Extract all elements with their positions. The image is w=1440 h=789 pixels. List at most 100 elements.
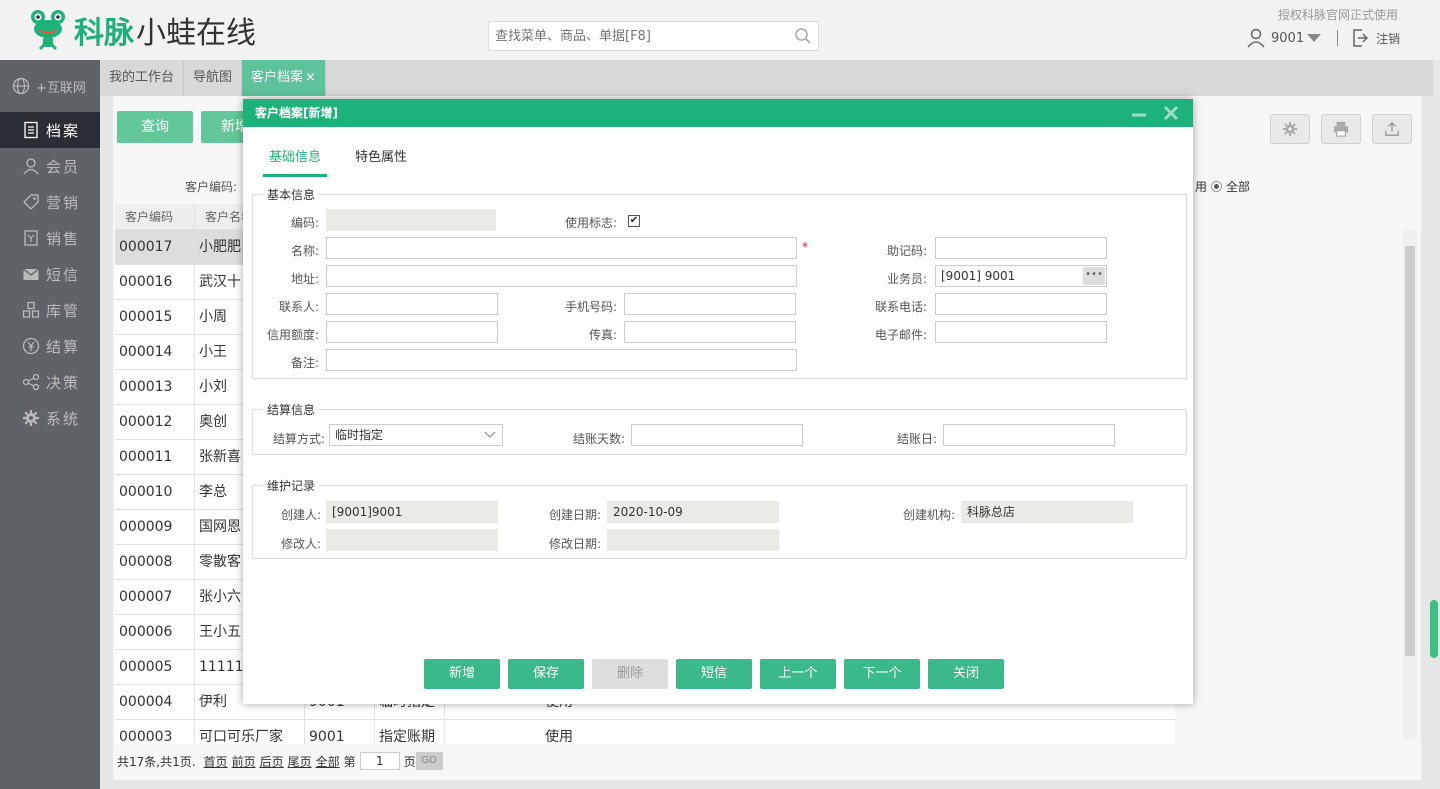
create-date-field: 2020-10-09 <box>607 501 779 523</box>
add-button[interactable]: 新增 <box>424 659 500 689</box>
sidebar-item-label: 决策 <box>46 373 81 392</box>
pager-all[interactable]: 全部 <box>316 753 340 770</box>
sms-button[interactable]: 短信 <box>676 659 752 689</box>
settle-day-field[interactable] <box>943 424 1115 446</box>
tab-navigation[interactable]: 导航图 <box>184 60 243 96</box>
pager-next[interactable]: 后页 <box>260 753 284 770</box>
tab-special-attrs[interactable]: 特色属性 <box>349 142 413 177</box>
pager-last[interactable]: 尾页 <box>288 753 312 770</box>
email-field[interactable] <box>935 321 1107 343</box>
user-area: 9001 注销 <box>1247 28 1400 48</box>
delete-button[interactable]: 删除 <box>592 659 668 689</box>
chevron-down-icon[interactable] <box>1307 33 1322 43</box>
table-cell: 000010 <box>115 475 195 509</box>
query-button[interactable]: 查询 <box>117 111 193 143</box>
modify-date-field <box>607 529 779 551</box>
pager-prev[interactable]: 前页 <box>232 753 256 770</box>
global-search[interactable] <box>488 21 819 51</box>
print-button[interactable] <box>1321 114 1361 144</box>
contact-field[interactable] <box>326 293 498 315</box>
minimize-icon[interactable] <box>1131 105 1147 121</box>
column-header[interactable]: 客户编码 <box>115 204 195 229</box>
boxes-icon <box>22 301 40 318</box>
table-cell: 000004 <box>115 685 195 719</box>
sidebar-item-decision[interactable]: 决策 <box>0 364 100 400</box>
tab-workbench[interactable]: 我的工作台 <box>100 60 185 96</box>
close-icon[interactable]: × <box>305 70 316 85</box>
search-input[interactable] <box>489 22 779 50</box>
pager-page-pre: 第 <box>343 754 356 769</box>
sidebar-item-label: 会员 <box>46 157 81 176</box>
scrollbar-thumb[interactable] <box>1405 246 1415 656</box>
next-button[interactable]: 下一个 <box>844 659 920 689</box>
address-field[interactable] <box>326 265 797 287</box>
go-button[interactable]: GO <box>415 752 443 770</box>
sidebar-item-label: 结算 <box>46 337 81 356</box>
side-drag-handle[interactable] <box>1430 600 1438 658</box>
use-flag-label: 使用标志: <box>564 216 617 230</box>
username[interactable]: 9001 <box>1271 31 1304 46</box>
tab-customer-archive[interactable]: 客户档案 × <box>242 60 326 96</box>
sidebar-item-label: 营销 <box>46 193 81 212</box>
more-icon[interactable]: ••• <box>1083 267 1105 285</box>
close-button[interactable]: 关闭 <box>928 659 1004 689</box>
radio-all-label: 全部 <box>1226 180 1251 194</box>
sidebar-item-inventory[interactable]: 库管 <box>0 292 100 328</box>
page-number-input[interactable]: 1 <box>359 752 400 770</box>
phone-field[interactable] <box>935 293 1107 315</box>
mobile-field[interactable] <box>624 293 796 315</box>
credit-field[interactable] <box>326 321 498 343</box>
sidebar-item-member[interactable]: 会员 <box>0 148 100 184</box>
settle-method-select[interactable]: 临时指定 <box>329 424 503 446</box>
customer-code-label: 客户编码: <box>185 180 238 194</box>
search-icon[interactable] <box>794 27 812 45</box>
sidebar-item-internet[interactable]: +互联网 <box>0 60 100 112</box>
settle-method-label: 结算方式: <box>272 432 325 446</box>
remark-field[interactable] <box>326 349 797 371</box>
tab-basic-info[interactable]: 基础信息 <box>263 142 328 177</box>
person-icon <box>23 158 39 175</box>
frog-logo-icon <box>31 10 65 51</box>
dialog-header: 客户档案[新增] <box>243 99 1193 127</box>
table-cell: 000009 <box>115 510 195 544</box>
license-text: 授权科脉官网正式使用 <box>1278 8 1399 22</box>
pager-page-post: 页 <box>403 754 416 769</box>
name-label: 名称: <box>290 244 319 258</box>
sidebar-item-settlement[interactable]: 结算 <box>0 328 100 364</box>
logout-link[interactable]: 注销 <box>1376 30 1400 47</box>
table-scrollbar[interactable] <box>1403 230 1417 740</box>
sidebar-item-label: 短信 <box>46 265 81 284</box>
settings-button[interactable] <box>1270 114 1310 144</box>
customer-archive-dialog: 客户档案[新增] 基础信息 特色属性 基本信息 编码: 使用标志: ✔ 名称: … <box>243 99 1193 704</box>
section-legend: 结算信息 <box>267 403 316 417</box>
close-icon[interactable] <box>1163 105 1179 121</box>
table-row[interactable]: 000003 可口可乐厂家 9001 指定账期 使用 <box>115 720 1175 744</box>
mobile-label: 手机号码: <box>564 300 617 314</box>
name-field[interactable] <box>326 237 797 259</box>
sidebar-item-label: 销售 <box>46 229 81 248</box>
email-label: 电子邮件: <box>874 328 927 342</box>
radio-button[interactable] <box>1211 181 1223 192</box>
export-button[interactable] <box>1372 114 1412 144</box>
sidebar-item-archive[interactable]: 档案 <box>0 112 100 148</box>
sidebar-item-system[interactable]: 系统 <box>0 400 100 436</box>
settle-days-field[interactable] <box>631 424 803 446</box>
sidebar-item-sms[interactable]: 短信 <box>0 256 100 292</box>
save-button[interactable]: 保存 <box>508 659 584 689</box>
logout-icon[interactable] <box>1352 29 1369 47</box>
sidebar-item-sales[interactable]: 销售 <box>0 220 100 256</box>
sidebar-item-label: 库管 <box>46 301 81 320</box>
use-flag-checkbox[interactable]: ✔ <box>628 215 640 227</box>
mnemonic-field[interactable] <box>935 237 1107 259</box>
salesman-field[interactable]: [9001] 9001 ••• <box>935 265 1107 287</box>
settle-days-label: 结账天数: <box>572 432 625 446</box>
yen-icon <box>22 337 40 355</box>
pager-first[interactable]: 首页 <box>204 753 228 770</box>
fax-field[interactable] <box>624 321 796 343</box>
salesman-label: 业务员: <box>886 272 927 286</box>
table-cell: 000014 <box>115 335 195 369</box>
previous-button[interactable]: 上一个 <box>760 659 836 689</box>
sidebar-item-marketing[interactable]: 营销 <box>0 184 100 220</box>
sidebar-item-label: 档案 <box>46 121 81 140</box>
filter-radio-all[interactable]: 用 全部 <box>1195 178 1250 195</box>
